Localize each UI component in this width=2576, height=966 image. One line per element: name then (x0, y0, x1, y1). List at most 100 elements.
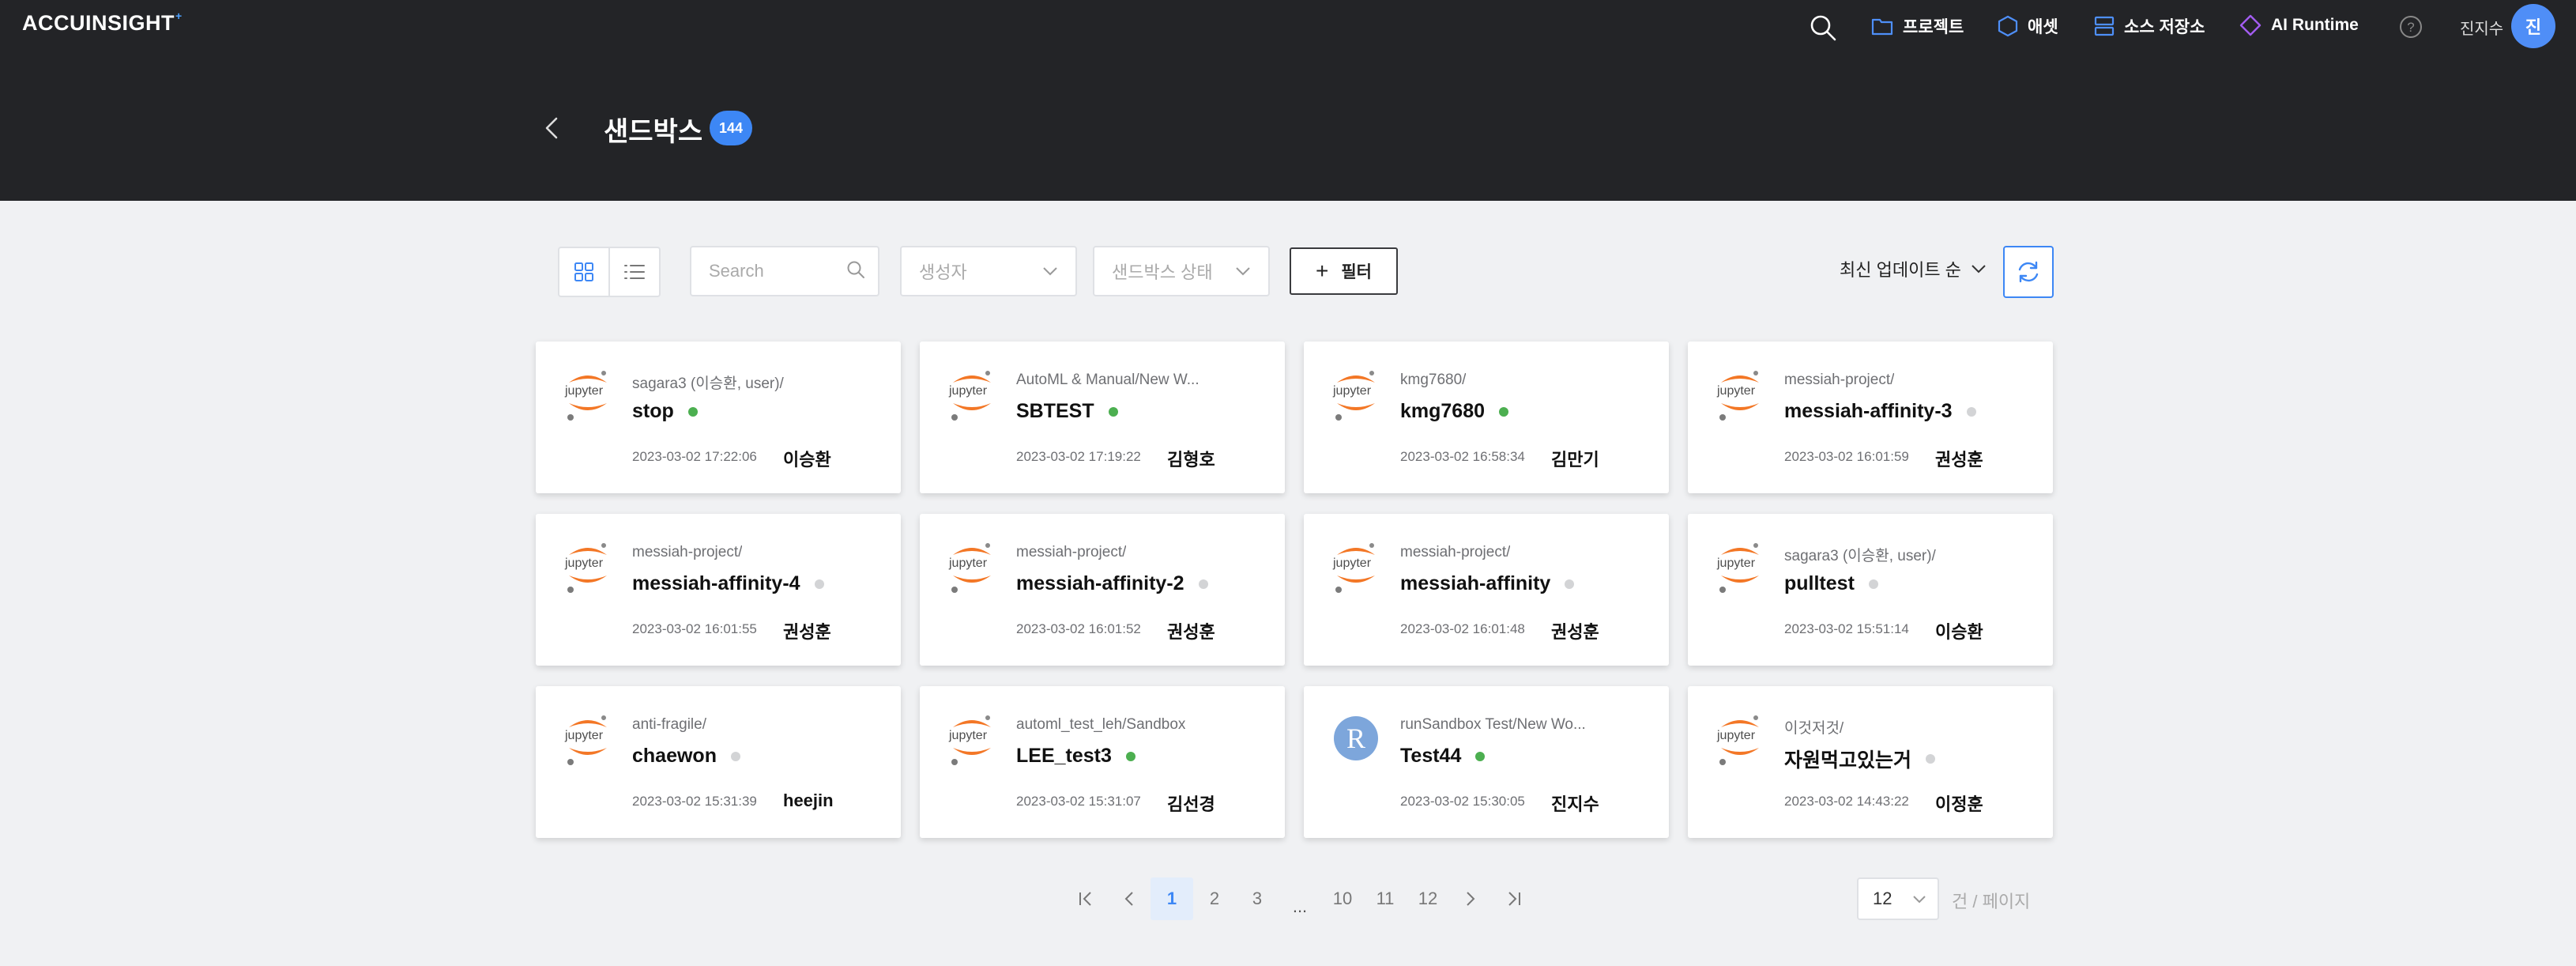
prev-page-button[interactable] (1108, 877, 1151, 920)
card-owner: 권성훈 (1167, 622, 1215, 642)
sandbox-card[interactable]: jupyter sagara3 (이승환, user)/ pulltest 2023-… (1688, 514, 2053, 666)
filter-button[interactable]: + 필터 (1290, 247, 1398, 295)
page-size-select[interactable]: 12 (1857, 877, 1939, 920)
chevron-down-icon (1913, 895, 1926, 903)
card-owner: 권성훈 (1935, 450, 1983, 470)
status-indicator (1565, 579, 1575, 589)
card-owner: heejin (783, 791, 834, 810)
next-page-button[interactable] (1449, 877, 1492, 920)
card-project-path: messiah-project/ (1016, 544, 1127, 560)
search-input[interactable] (709, 261, 827, 281)
last-page-icon (1508, 892, 1520, 906)
nav-projects-label: 프로젝트 (1903, 18, 1964, 36)
creator-select-placeholder: 생성자 (919, 262, 967, 282)
sandbox-card[interactable]: jupyter 이것저것/자원먹고있는거 2023-03-02 14:43:22 이정… (1688, 686, 2053, 838)
card-title-row: pulltest (1784, 572, 1878, 595)
card-sandbox-name[interactable]: messiah-affinity-2 (1016, 572, 1184, 595)
page-number-button[interactable]: 3 (1236, 877, 1279, 920)
status-indicator (687, 406, 698, 417)
list-view-button[interactable] (608, 248, 659, 296)
first-page-icon (1079, 892, 1091, 906)
grid-view-button[interactable] (559, 248, 608, 296)
jupyter-logo-icon: jupyter (948, 541, 996, 598)
card-updated-date: 2023-03-02 17:19:22 (1016, 449, 1141, 464)
diamond-icon (2239, 14, 2262, 36)
top-navigation: ACCUINSIGHT + 프로젝트 애셋 소스 저장소 AI Runtime ?… (0, 0, 2576, 52)
avatar[interactable]: 진 (2511, 4, 2555, 48)
sandbox-card[interactable]: jupyter messiah-project/messiah-affinity 2… (1304, 514, 1669, 666)
page-number-button[interactable]: 11 (1364, 877, 1407, 920)
storage-icon (2094, 16, 2115, 36)
search-icon[interactable] (846, 260, 865, 283)
card-sandbox-name[interactable]: kmg7680 (1400, 400, 1485, 423)
status-indicator (1125, 751, 1135, 761)
nav-ai-runtime-label: AI Runtime (2271, 16, 2359, 34)
page-number-button[interactable]: 12 (1407, 877, 1449, 920)
hexagon-icon (1998, 15, 2018, 37)
sandbox-card[interactable]: RrunSandbox Test/New Wo... Test44 2023-03-… (1304, 686, 1669, 838)
card-title-row: Test44 (1400, 745, 1486, 768)
sandbox-card[interactable]: jupyter messiah-project/messiah-affinity-… (920, 514, 1285, 666)
card-owner: 김선경 (1167, 794, 1215, 814)
page-number-button[interactable]: 2 (1193, 877, 1236, 920)
card-project-path: AutoML & Manual/New W... (1016, 372, 1199, 388)
svg-text:?: ? (2407, 20, 2414, 35)
card-sandbox-name[interactable]: LEE_test3 (1016, 745, 1112, 768)
sandbox-card[interactable]: jupyter AutoML & Manual/New W... SBTEST 202… (920, 341, 1285, 493)
card-sandbox-name[interactable]: 자원먹고있는거 (1784, 745, 1911, 773)
logo-mark: + (175, 9, 183, 22)
card-title-row: kmg7680 (1400, 400, 1509, 423)
card-title-row: LEE_test3 (1016, 745, 1135, 768)
help-icon[interactable]: ? (2399, 15, 2423, 39)
plus-icon: + (1316, 258, 1329, 283)
search-icon[interactable] (1810, 14, 1836, 41)
card-sandbox-name[interactable]: messiah-affinity (1400, 572, 1550, 595)
search-field[interactable] (690, 246, 879, 296)
creator-select[interactable]: 생성자 (900, 246, 1077, 296)
sandbox-card[interactable]: jupyter messiah-project/messiah-affinity-… (1688, 341, 2053, 493)
page-number-button[interactable]: 1 (1151, 877, 1193, 920)
card-sandbox-name[interactable]: messiah-affinity-4 (632, 572, 800, 595)
card-sandbox-name[interactable]: SBTEST (1016, 400, 1094, 423)
status-indicator (1966, 406, 1976, 417)
refresh-button[interactable] (2003, 246, 2054, 298)
sandbox-card[interactable]: jupyter automl_test_leh/Sandbox LEE_test3 2… (920, 686, 1285, 838)
card-owner: 권성훈 (783, 622, 831, 642)
card-sandbox-name[interactable]: stop (632, 400, 674, 423)
card-updated-date: 2023-03-02 15:30:05 (1400, 794, 1525, 809)
page-number-button[interactable]: 10 (1321, 877, 1364, 920)
nav-assets[interactable]: 애셋 (1998, 14, 2058, 38)
card-sandbox-name[interactable]: pulltest (1784, 572, 1855, 595)
app-logo[interactable]: ACCUINSIGHT + (22, 9, 183, 36)
first-page-button[interactable] (1065, 877, 1108, 920)
nav-projects[interactable]: 프로젝트 (1871, 14, 1964, 38)
back-icon[interactable] (537, 112, 566, 144)
card-title-row: stop (632, 400, 698, 423)
page-numbers: 1 2 3... 10 11 12 (1151, 877, 1449, 920)
page-ellipsis: ... (1292, 896, 1308, 916)
card-sandbox-name[interactable]: chaewon (632, 745, 717, 768)
jupyter-logo-icon: jupyter (564, 541, 612, 598)
sandbox-card[interactable]: jupyter messiah-project/messiah-affinity-… (536, 514, 901, 666)
user-name[interactable]: 진지수 (2460, 16, 2503, 39)
sandbox-card[interactable]: jupyter anti-fragile/chaewon 2023-03-02 15… (536, 686, 901, 838)
refresh-icon (2018, 261, 2039, 283)
sort-dropdown[interactable]: 최신 업데이트 순 (1840, 256, 1987, 281)
card-sandbox-name[interactable]: Test44 (1400, 745, 1461, 768)
card-project-path: 이것저것/ (1784, 720, 1844, 737)
sandbox-card[interactable]: jupyter kmg7680/kmg7680 2023-03-02 16:58:3… (1304, 341, 1669, 493)
card-title-row: SBTEST (1016, 400, 1118, 423)
jupyter-logo-icon: jupyter (1716, 541, 1764, 598)
card-updated-date: 2023-03-02 16:01:55 (632, 621, 757, 636)
sandbox-card[interactable]: jupyter sagara3 (이승환, user)/ stop 2023-03-0… (536, 341, 901, 493)
nav-ai-runtime[interactable]: AI Runtime (2239, 14, 2359, 36)
view-toggle (558, 247, 661, 297)
chevron-down-icon (1972, 265, 1986, 274)
card-project-path: sagara3 (이승환, user)/ (632, 375, 784, 392)
card-owner: 김만기 (1551, 450, 1599, 470)
card-sandbox-name[interactable]: messiah-affinity-3 (1784, 400, 1953, 423)
status-select[interactable]: 샌드박스 상태 (1093, 246, 1270, 296)
nav-source-repository[interactable]: 소스 저장소 (2094, 14, 2205, 38)
last-page-button[interactable] (1492, 877, 1535, 920)
card-updated-date: 2023-03-02 16:01:48 (1400, 621, 1525, 636)
